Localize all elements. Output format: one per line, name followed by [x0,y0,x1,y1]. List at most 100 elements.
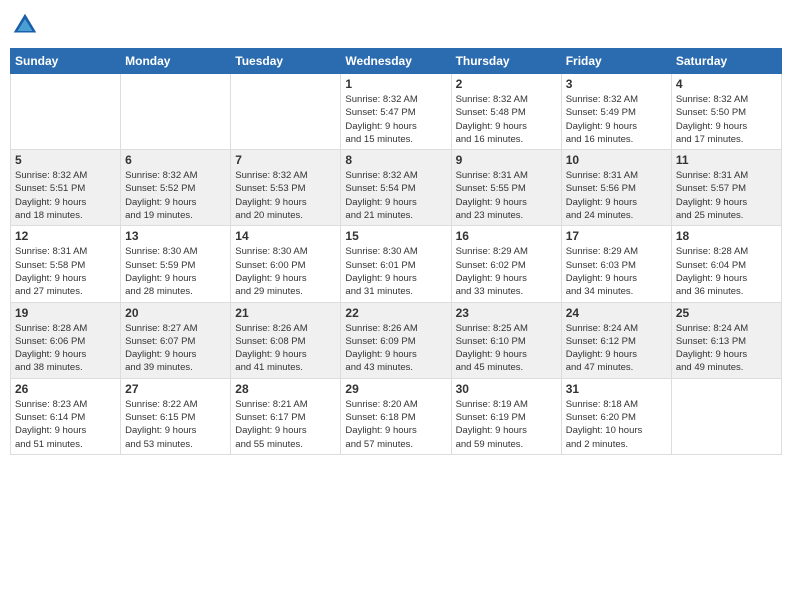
day-info: Sunrise: 8:31 AM Sunset: 5:57 PM Dayligh… [676,169,777,222]
calendar-cell: 5 Sunrise: 8:32 AM Sunset: 5:51 PM Daylig… [11,150,121,226]
day-info: Sunrise: 8:26 AM Sunset: 6:09 PM Dayligh… [345,322,446,375]
day-info: Sunrise: 8:30 AM Sunset: 5:59 PM Dayligh… [125,245,226,298]
calendar-cell: 8 Sunrise: 8:32 AM Sunset: 5:54 PM Daylig… [341,150,451,226]
calendar-week-row: 12 Sunrise: 8:31 AM Sunset: 5:58 PM Dayli… [11,226,782,302]
calendar-week-row: 5 Sunrise: 8:32 AM Sunset: 5:51 PM Daylig… [11,150,782,226]
day-info: Sunrise: 8:32 AM Sunset: 5:51 PM Dayligh… [15,169,116,222]
calendar-cell: 17 Sunrise: 8:29 AM Sunset: 6:03 PM Dayli… [561,226,671,302]
day-number: 8 [345,153,446,167]
page: SundayMondayTuesdayWednesdayThursdayFrid… [0,0,792,612]
day-number: 12 [15,229,116,243]
calendar-cell: 9Sunrise: 8:31 AM Sunset: 5:55 PM Daylig… [451,150,561,226]
day-number: 1 [345,77,446,91]
header [10,10,782,40]
day-number: 15 [345,229,446,243]
calendar-cell: 10 Sunrise: 8:31 AM Sunset: 5:56 PM Dayli… [561,150,671,226]
calendar-day-header: Thursday [451,49,561,74]
day-info: Sunrise: 8:23 AM Sunset: 6:14 PM Dayligh… [15,398,116,451]
logo [10,10,44,40]
calendar-cell: 25 Sunrise: 8:24 AM Sunset: 6:13 PM Dayli… [671,302,781,378]
calendar-cell: 28Sunrise: 8:21 AM Sunset: 6:17 PM Dayli… [231,378,341,454]
day-info: Sunrise: 8:32 AM Sunset: 5:54 PM Dayligh… [345,169,446,222]
day-info: Sunrise: 8:31 AM Sunset: 5:58 PM Dayligh… [15,245,116,298]
day-info: Sunrise: 8:32 AM Sunset: 5:53 PM Dayligh… [235,169,336,222]
calendar-cell: 30 Sunrise: 8:19 AM Sunset: 6:19 PM Dayli… [451,378,561,454]
day-info: Sunrise: 8:22 AM Sunset: 6:15 PM Dayligh… [125,398,226,451]
calendar-header-row: SundayMondayTuesdayWednesdayThursdayFrid… [11,49,782,74]
calendar-cell: 29 Sunrise: 8:20 AM Sunset: 6:18 PM Dayli… [341,378,451,454]
day-info: Sunrise: 8:29 AM Sunset: 6:02 PM Dayligh… [456,245,557,298]
day-number: 7 [235,153,336,167]
calendar-cell: 2 Sunrise: 8:32 AM Sunset: 5:48 PM Daylig… [451,74,561,150]
day-number: 23 [456,306,557,320]
calendar-cell: 6 Sunrise: 8:32 AM Sunset: 5:52 PM Daylig… [121,150,231,226]
day-info: Sunrise: 8:30 AM Sunset: 6:01 PM Dayligh… [345,245,446,298]
day-info: Sunrise: 8:32 AM Sunset: 5:48 PM Dayligh… [456,93,557,146]
day-number: 11 [676,153,777,167]
day-number: 16 [456,229,557,243]
calendar-cell: 16 Sunrise: 8:29 AM Sunset: 6:02 PM Dayli… [451,226,561,302]
calendar-week-row: 1 Sunrise: 8:32 AM Sunset: 5:47 PM Daylig… [11,74,782,150]
calendar-cell: 11 Sunrise: 8:31 AM Sunset: 5:57 PM Dayli… [671,150,781,226]
day-info: Sunrise: 8:27 AM Sunset: 6:07 PM Dayligh… [125,322,226,375]
calendar-day-header: Friday [561,49,671,74]
calendar-cell: 7 Sunrise: 8:32 AM Sunset: 5:53 PM Daylig… [231,150,341,226]
logo-icon [10,10,40,40]
day-info: Sunrise: 8:24 AM Sunset: 6:13 PM Dayligh… [676,322,777,375]
day-info: Sunrise: 8:28 AM Sunset: 6:04 PM Dayligh… [676,245,777,298]
day-info: Sunrise: 8:32 AM Sunset: 5:50 PM Dayligh… [676,93,777,146]
day-info: Sunrise: 8:25 AM Sunset: 6:10 PM Dayligh… [456,322,557,375]
day-info: Sunrise: 8:32 AM Sunset: 5:52 PM Dayligh… [125,169,226,222]
day-number: 4 [676,77,777,91]
day-info: Sunrise: 8:18 AM Sunset: 6:20 PM Dayligh… [566,398,667,451]
day-number: 20 [125,306,226,320]
day-info: Sunrise: 8:19 AM Sunset: 6:19 PM Dayligh… [456,398,557,451]
day-number: 27 [125,382,226,396]
calendar-cell [671,378,781,454]
day-info: Sunrise: 8:28 AM Sunset: 6:06 PM Dayligh… [15,322,116,375]
day-info: Sunrise: 8:20 AM Sunset: 6:18 PM Dayligh… [345,398,446,451]
calendar-cell: 23 Sunrise: 8:25 AM Sunset: 6:10 PM Dayli… [451,302,561,378]
day-number: 13 [125,229,226,243]
day-number: 25 [676,306,777,320]
day-info: Sunrise: 8:21 AM Sunset: 6:17 PM Dayligh… [235,398,336,451]
calendar-day-header: Saturday [671,49,781,74]
calendar-day-header: Sunday [11,49,121,74]
day-number: 5 [15,153,116,167]
calendar-cell: 14Sunrise: 8:30 AM Sunset: 6:00 PM Dayli… [231,226,341,302]
calendar-cell: 31Sunrise: 8:18 AM Sunset: 6:20 PM Dayli… [561,378,671,454]
day-number: 18 [676,229,777,243]
calendar-week-row: 26Sunrise: 8:23 AM Sunset: 6:14 PM Dayli… [11,378,782,454]
day-number: 10 [566,153,667,167]
calendar-cell [121,74,231,150]
day-info: Sunrise: 8:24 AM Sunset: 6:12 PM Dayligh… [566,322,667,375]
day-number: 22 [345,306,446,320]
calendar-cell: 18 Sunrise: 8:28 AM Sunset: 6:04 PM Dayli… [671,226,781,302]
calendar-cell: 21Sunrise: 8:26 AM Sunset: 6:08 PM Dayli… [231,302,341,378]
calendar-cell: 4 Sunrise: 8:32 AM Sunset: 5:50 PM Daylig… [671,74,781,150]
day-number: 2 [456,77,557,91]
calendar-cell: 24Sunrise: 8:24 AM Sunset: 6:12 PM Dayli… [561,302,671,378]
day-info: Sunrise: 8:31 AM Sunset: 5:56 PM Dayligh… [566,169,667,222]
calendar-cell: 3Sunrise: 8:32 AM Sunset: 5:49 PM Daylig… [561,74,671,150]
calendar-day-header: Tuesday [231,49,341,74]
day-number: 17 [566,229,667,243]
calendar-cell: 12 Sunrise: 8:31 AM Sunset: 5:58 PM Dayli… [11,226,121,302]
calendar-cell: 19 Sunrise: 8:28 AM Sunset: 6:06 PM Dayli… [11,302,121,378]
calendar-cell: 26Sunrise: 8:23 AM Sunset: 6:14 PM Dayli… [11,378,121,454]
day-number: 14 [235,229,336,243]
day-info: Sunrise: 8:29 AM Sunset: 6:03 PM Dayligh… [566,245,667,298]
day-number: 19 [15,306,116,320]
day-info: Sunrise: 8:32 AM Sunset: 5:47 PM Dayligh… [345,93,446,146]
day-info: Sunrise: 8:32 AM Sunset: 5:49 PM Dayligh… [566,93,667,146]
calendar-cell: 1 Sunrise: 8:32 AM Sunset: 5:47 PM Daylig… [341,74,451,150]
calendar-table: SundayMondayTuesdayWednesdayThursdayFrid… [10,48,782,455]
calendar-cell: 15 Sunrise: 8:30 AM Sunset: 6:01 PM Dayli… [341,226,451,302]
calendar-cell: 20 Sunrise: 8:27 AM Sunset: 6:07 PM Dayli… [121,302,231,378]
day-number: 6 [125,153,226,167]
day-info: Sunrise: 8:26 AM Sunset: 6:08 PM Dayligh… [235,322,336,375]
calendar-day-header: Monday [121,49,231,74]
calendar-cell [231,74,341,150]
day-number: 29 [345,382,446,396]
day-number: 30 [456,382,557,396]
